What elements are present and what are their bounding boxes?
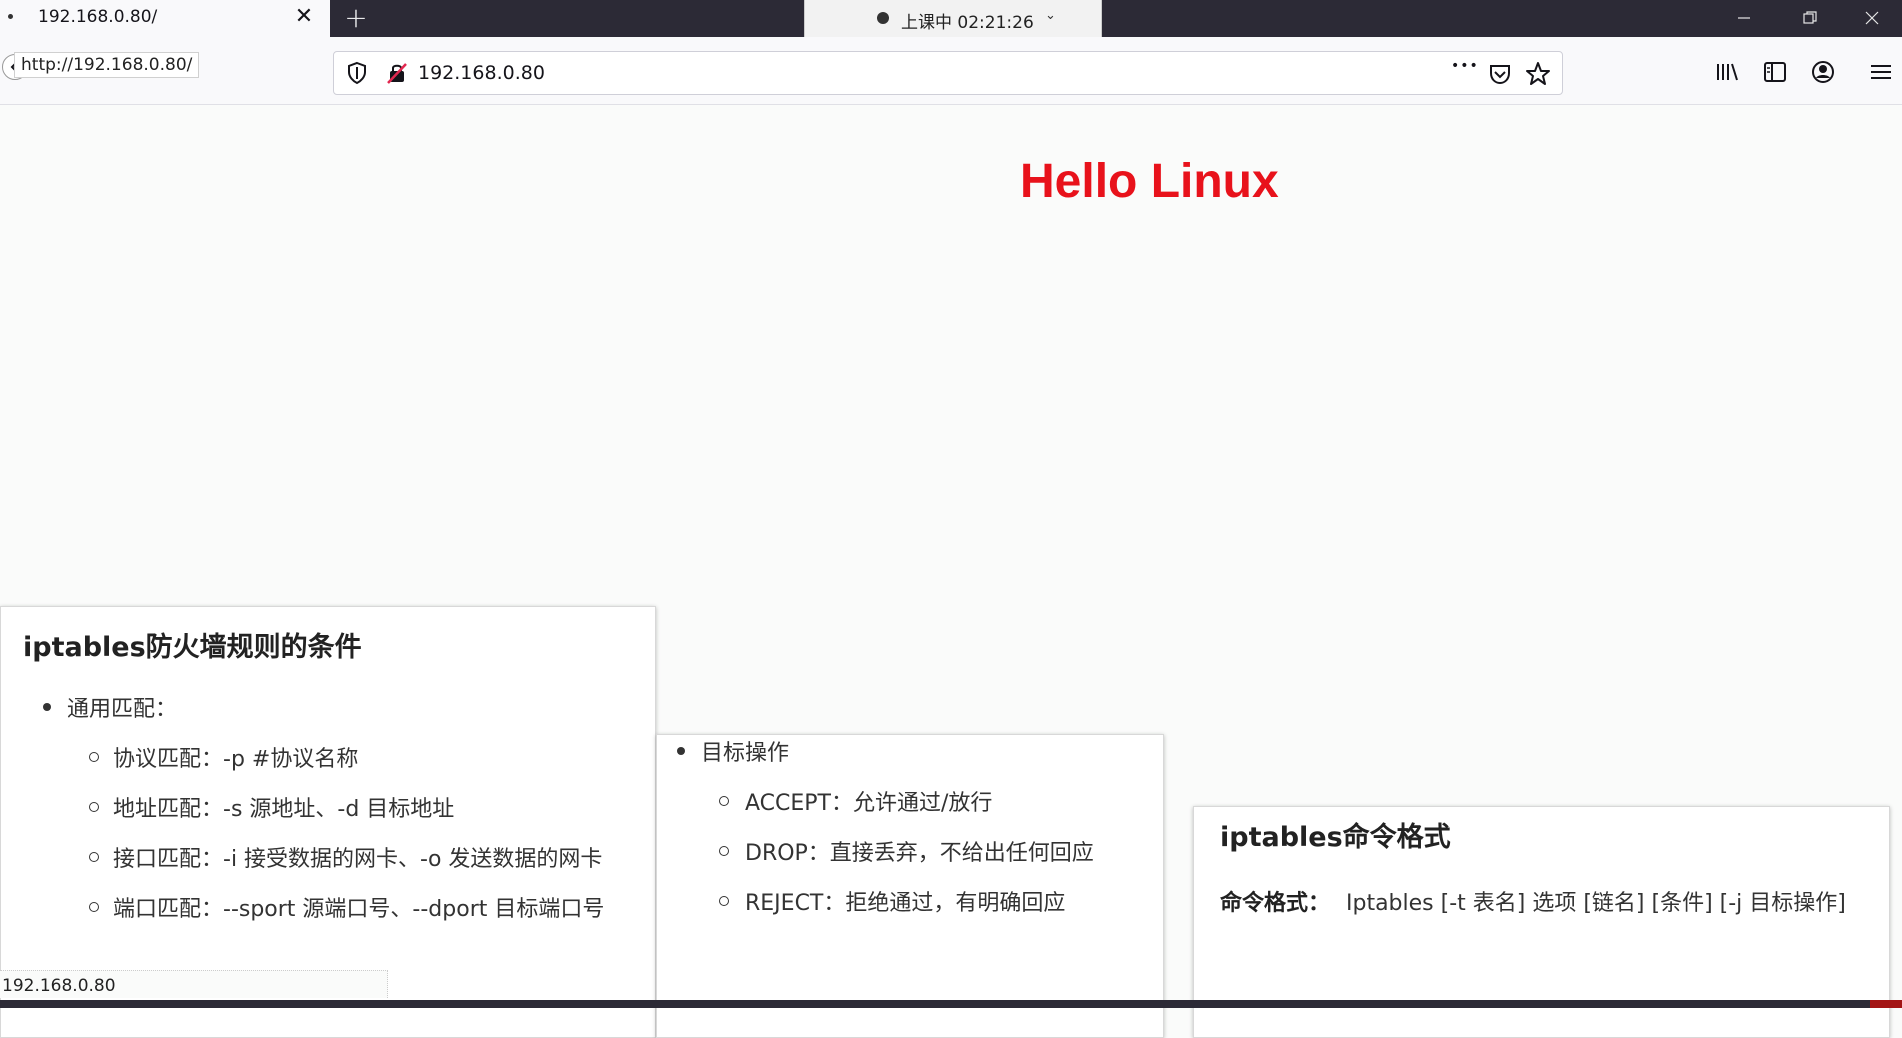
pocket-icon[interactable]	[1486, 60, 1514, 88]
minimize-icon	[1738, 17, 1750, 19]
sidebar-icon[interactable]	[1760, 57, 1790, 87]
sub-bullet	[719, 846, 729, 856]
taskbar-accent	[1870, 1000, 1902, 1008]
link-tooltip: http://192.168.0.80/	[14, 52, 200, 78]
list-item: DROP：直接丢弃，不给出任何回应	[745, 841, 1094, 866]
timer-label: 上课中 02:21:26	[901, 13, 1034, 33]
list-item: ACCEPT：允许通过/放行	[745, 791, 993, 816]
close-window-button[interactable]	[1852, 4, 1892, 32]
command-format-value: Iptables [-t 表名] 选项 [链名] [条件] [-j 目标操作]	[1346, 891, 1846, 916]
status-bar: 192.168.0.80	[0, 970, 388, 998]
navigation-toolbar: 192.168.0.80 •••	[0, 37, 1902, 105]
tab-loading-icon	[8, 14, 13, 19]
taskbar-edge	[0, 1000, 1902, 1008]
sub-bullet	[89, 802, 99, 812]
list-item: 协议匹配：-p #协议名称	[113, 747, 359, 772]
list-item: 端口匹配：--sport 源端口号、--dport 目标端口号	[113, 897, 605, 922]
menu-icon[interactable]	[1866, 57, 1896, 87]
library-icon[interactable]	[1712, 57, 1742, 87]
tab-close-button[interactable]: ✕	[292, 4, 316, 29]
sub-bullet	[719, 796, 729, 806]
new-tab-button[interactable]: +	[340, 2, 372, 34]
sub-bullet	[89, 902, 99, 912]
targets-card: 目标操作 ACCEPT：允许通过/放行 DROP：直接丢弃，不给出任何回应 RE…	[656, 734, 1164, 1038]
list-item: REJECT：拒绝通过，有明确回应	[745, 891, 1066, 916]
close-icon	[1865, 11, 1879, 25]
command-format-label: 命令格式：	[1220, 891, 1331, 916]
tab-active[interactable]: 192.168.0.80/ ✕	[0, 0, 330, 37]
list-item: 通用匹配：	[67, 697, 178, 722]
bullet	[677, 747, 685, 755]
list-item: 接口匹配：-i 接受数据的网卡、-o 发送数据的网卡	[113, 847, 603, 872]
sub-bullet	[719, 896, 729, 906]
bookmark-star-icon[interactable]	[1524, 60, 1552, 88]
recording-timer[interactable]: 上课中 02:21:26 ⌄	[804, 0, 1102, 37]
tab-title: 192.168.0.80/	[38, 7, 158, 27]
chevron-down-icon: ⌄	[1045, 8, 1056, 23]
restore-button[interactable]	[1790, 4, 1830, 32]
page-heading: Hello Linux	[1020, 155, 1279, 208]
restore-icon	[1803, 11, 1817, 24]
list-item: 地址匹配：-s 源地址、-d 目标地址	[113, 797, 455, 822]
sub-bullet	[89, 752, 99, 762]
minimize-button[interactable]	[1724, 4, 1764, 32]
status-url: 192.168.0.80	[2, 976, 116, 996]
conditions-card-title: iptables防火墙规则的条件	[23, 632, 362, 663]
shield-icon[interactable]	[344, 60, 370, 86]
sub-bullet	[89, 852, 99, 862]
url-text[interactable]: 192.168.0.80	[418, 62, 545, 84]
more-actions-icon[interactable]: •••	[1451, 58, 1479, 86]
insecure-lock-icon[interactable]	[384, 60, 410, 86]
list-item: 目标操作	[701, 741, 790, 766]
record-icon	[877, 12, 889, 24]
url-bar[interactable]: 192.168.0.80 •••	[333, 51, 1563, 95]
web-page: Hello Linux iptables防火墙规则的条件 通用匹配： 协议匹配：…	[0, 106, 1902, 1038]
account-icon[interactable]	[1808, 57, 1838, 87]
bullet	[43, 703, 51, 711]
tab-strip: 192.168.0.80/ ✕ + 上课中 02:21:26 ⌄	[0, 0, 1902, 37]
command-format-card-title: iptables命令格式	[1220, 822, 1451, 853]
